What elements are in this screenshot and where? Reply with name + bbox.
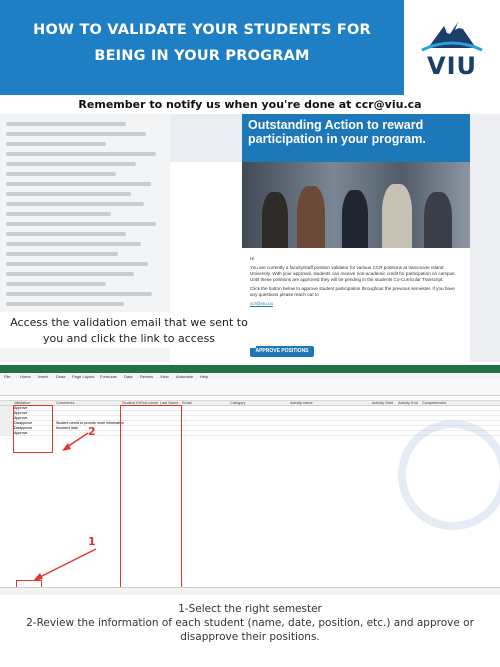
tab-home[interactable]: Home bbox=[20, 374, 31, 379]
tab-formulas[interactable]: Formulas bbox=[100, 374, 117, 379]
tab-data[interactable]: Data bbox=[124, 374, 132, 379]
logo-text: VIU bbox=[427, 52, 477, 80]
mountain-logo-icon bbox=[421, 22, 483, 52]
tab-view[interactable]: View bbox=[160, 374, 169, 379]
access-instruction-text: Access the validation email that we sent… bbox=[10, 316, 248, 345]
col-activity-end: Activity End bbox=[398, 401, 418, 405]
tab-review[interactable]: Review bbox=[140, 374, 153, 379]
tab-help[interactable]: Help bbox=[200, 374, 208, 379]
col-activity-name: Activity name bbox=[290, 401, 313, 405]
col-activity-start: Activity Start bbox=[372, 401, 394, 405]
students-photo bbox=[242, 162, 470, 248]
sheet-tabs-bar[interactable] bbox=[0, 587, 500, 595]
instruction-step-1: 1-Select the right semester bbox=[178, 603, 322, 615]
reminder-text: Remember to notify us when you're done a… bbox=[78, 98, 422, 111]
header: HOW TO VALIDATE YOUR STUDENTS FOR BEING … bbox=[0, 0, 500, 95]
email-paragraph-1: You are currently a faculty/staff positi… bbox=[250, 265, 456, 282]
email-paragraph-2: Click the button below to approve studen… bbox=[250, 286, 455, 297]
arrow-2-icon bbox=[62, 432, 89, 451]
email-banner: Outstanding Action to reward participati… bbox=[242, 114, 470, 162]
university-seal-watermark bbox=[398, 420, 500, 530]
tab-draw[interactable]: Draw bbox=[56, 374, 65, 379]
title-band: HOW TO VALIDATE YOUR STUDENTS FOR BEING … bbox=[0, 0, 404, 95]
tab-automate[interactable]: Automate bbox=[176, 374, 193, 379]
page-title-line-2: BEING IN YOUR PROGRAM bbox=[94, 48, 310, 64]
access-callout: Access the validation email that we sent… bbox=[0, 312, 256, 348]
instructions: 1-Select the right semester 2-Review the… bbox=[0, 602, 500, 644]
tab-file[interactable]: File bbox=[4, 374, 10, 379]
email-header-strip bbox=[170, 114, 242, 162]
email-contact-link[interactable]: ccr@viu.ca bbox=[250, 301, 462, 307]
validation-column-highlight bbox=[13, 405, 53, 453]
email-body: Hi You are currently a faculty/staff pos… bbox=[250, 256, 462, 310]
email-side-panel bbox=[470, 114, 500, 362]
email-greeting: Hi bbox=[250, 256, 255, 261]
tab-page-layout[interactable]: Page Layout bbox=[72, 374, 94, 379]
excel-title-bar bbox=[0, 365, 500, 373]
instruction-step-2: 2-Review the information of each student… bbox=[26, 617, 474, 643]
approve-positions-button[interactable]: APPROVE POSITIONS bbox=[250, 346, 314, 357]
col-email: Email bbox=[182, 401, 192, 405]
student-info-highlight bbox=[120, 405, 182, 590]
email-banner-title: Outstanding Action to reward participati… bbox=[248, 118, 426, 146]
col-comments: Comments bbox=[56, 401, 75, 405]
tab-insert[interactable]: Insert bbox=[38, 374, 48, 379]
ribbon-toolbar bbox=[0, 379, 500, 396]
arrow-1-icon bbox=[33, 548, 97, 581]
col-category: Category bbox=[230, 401, 246, 405]
viu-logo: VIU bbox=[414, 14, 490, 80]
page-title-line-1: HOW TO VALIDATE YOUR STUDENTS FOR bbox=[33, 22, 371, 38]
col-competencies: Competencies bbox=[422, 401, 447, 405]
